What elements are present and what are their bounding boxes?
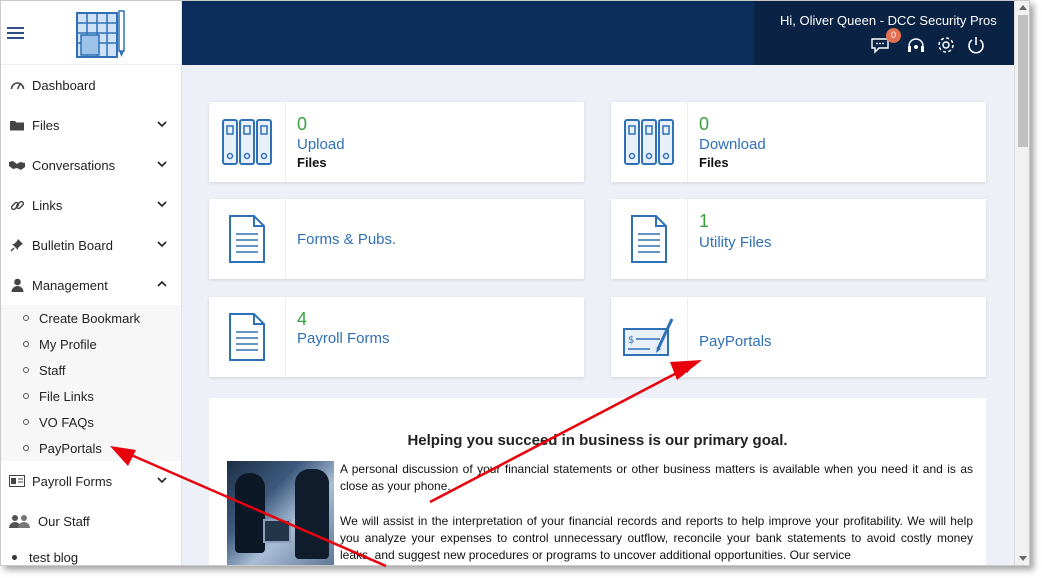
vertical-scrollbar[interactable] bbox=[1014, 1, 1029, 565]
sidebar-item-bulletin-board[interactable]: Bulletin Board bbox=[1, 225, 181, 265]
notification-badge[interactable]: 0 bbox=[886, 28, 901, 43]
sidebar-header bbox=[1, 1, 181, 65]
sidebar-item-label: Links bbox=[32, 197, 63, 213]
payroll-icon bbox=[9, 473, 25, 489]
logo-calculator-icon[interactable] bbox=[75, 9, 127, 59]
card-upload-files[interactable]: 0 Upload Files bbox=[209, 102, 584, 182]
chevron-up-icon[interactable] bbox=[156, 278, 168, 290]
user-icon bbox=[9, 277, 25, 293]
submenu-item-label: VO FAQs bbox=[39, 414, 94, 430]
chevron-down-icon[interactable] bbox=[156, 118, 168, 130]
app-window: Dashboard Files Conversations Links Bull… bbox=[0, 0, 1030, 566]
document-icon bbox=[209, 297, 286, 377]
intro-article: Helping you succeed in business is our p… bbox=[209, 398, 986, 565]
sidebar-item-payroll-forms[interactable]: Payroll Forms bbox=[1, 461, 181, 501]
user-greeting: Hi, Oliver Queen - DCC Security Pros bbox=[780, 13, 997, 28]
sidebar-item-our-staff[interactable]: Our Staff bbox=[1, 501, 181, 541]
sidebar-item-label: Dashboard bbox=[32, 77, 96, 93]
dashboard-icon bbox=[9, 77, 25, 93]
chevron-down-icon[interactable] bbox=[156, 474, 168, 486]
binders-icon bbox=[209, 102, 286, 182]
upload-sublabel: Files bbox=[297, 155, 327, 170]
payportals-label[interactable]: PayPortals bbox=[699, 333, 772, 350]
bullet-icon bbox=[23, 341, 29, 347]
sidebar-item-conversations[interactable]: Conversations bbox=[1, 145, 181, 185]
sidebar-item-label: Our Staff bbox=[38, 513, 90, 529]
submenu-item-vo-faqs[interactable]: VO FAQs bbox=[1, 409, 181, 435]
check-icon: $ bbox=[611, 297, 688, 377]
support-icon[interactable] bbox=[906, 35, 926, 55]
bullet-icon bbox=[23, 393, 29, 399]
link-icon bbox=[9, 197, 25, 213]
submenu-item-label: PayPortals bbox=[39, 440, 102, 456]
sidebar-item-label: Payroll Forms bbox=[32, 473, 113, 489]
svg-text:$: $ bbox=[628, 335, 634, 346]
power-icon[interactable] bbox=[966, 35, 986, 55]
submenu-item-create-bookmark[interactable]: Create Bookmark bbox=[1, 305, 181, 331]
bullet-icon bbox=[23, 367, 29, 373]
bullet-icon bbox=[23, 445, 29, 451]
menu-toggle-icon[interactable] bbox=[7, 27, 24, 42]
submenu-item-label: My Profile bbox=[39, 336, 97, 352]
utility-count: 1 bbox=[699, 211, 710, 231]
handshake-icon bbox=[9, 157, 25, 173]
card-forms-pubs[interactable]: Forms & Pubs. bbox=[209, 199, 584, 279]
folder-icon bbox=[9, 117, 25, 133]
submenu-item-my-profile[interactable]: My Profile bbox=[1, 331, 181, 357]
card-download-files[interactable]: 0 Download Files bbox=[611, 102, 986, 182]
chevron-down-icon[interactable] bbox=[156, 238, 168, 250]
article-title: Helping you succeed in business is our p… bbox=[407, 432, 788, 449]
document-icon bbox=[611, 199, 688, 279]
card-utility-files[interactable]: 1 Utility Files bbox=[611, 199, 986, 279]
payroll-count: 4 bbox=[297, 309, 308, 329]
scroll-down-icon[interactable] bbox=[1019, 556, 1027, 561]
bullet-icon bbox=[12, 554, 17, 560]
management-submenu: Create Bookmark My Profile Staff File Li… bbox=[1, 305, 181, 461]
chevron-down-icon[interactable] bbox=[156, 198, 168, 210]
pin-icon bbox=[9, 237, 25, 253]
payroll-forms-label[interactable]: Payroll Forms bbox=[297, 330, 390, 347]
submenu-item-payportals[interactable]: PayPortals bbox=[1, 435, 181, 461]
document-icon bbox=[209, 199, 286, 279]
submenu-item-file-links[interactable]: File Links bbox=[1, 383, 181, 409]
download-count: 0 bbox=[699, 114, 710, 134]
bullet-icon bbox=[23, 315, 29, 321]
scroll-up-icon[interactable] bbox=[1019, 5, 1027, 10]
download-sublabel: Files bbox=[699, 155, 729, 170]
sidebar-item-label: Management bbox=[32, 277, 108, 293]
submenu-item-label: File Links bbox=[39, 388, 94, 404]
sidebar-item-label: test blog bbox=[29, 549, 79, 565]
card-payroll-forms[interactable]: 4 Payroll Forms bbox=[209, 297, 584, 377]
article-paragraph-1: A personal discussion of your financial … bbox=[340, 462, 973, 493]
submenu-item-staff[interactable]: Staff bbox=[1, 357, 181, 383]
card-payportals[interactable]: $ PayPortals bbox=[611, 297, 986, 377]
gear-icon[interactable] bbox=[936, 35, 956, 55]
sidebar-item-files[interactable]: Files bbox=[1, 105, 181, 145]
office-photo bbox=[227, 461, 334, 565]
sidebar-item-links[interactable]: Links bbox=[1, 185, 181, 225]
utility-files-label[interactable]: Utility Files bbox=[699, 234, 772, 251]
staff-icon bbox=[9, 513, 31, 529]
sidebar-item-label: Bulletin Board bbox=[32, 237, 113, 253]
sidebar-item-management[interactable]: Management bbox=[1, 265, 181, 305]
upload-count: 0 bbox=[297, 114, 308, 134]
sidebar-item-label: Conversations bbox=[32, 157, 116, 173]
binders-icon bbox=[611, 102, 688, 182]
bullet-icon bbox=[23, 419, 29, 425]
chevron-down-icon[interactable] bbox=[156, 158, 168, 170]
user-panel bbox=[754, 1, 1014, 65]
submenu-item-label: Staff bbox=[39, 362, 66, 378]
article-paragraph-2: We will assist in the interpretation of … bbox=[340, 514, 973, 562]
submenu-item-label: Create Bookmark bbox=[39, 310, 141, 326]
sidebar: Dashboard Files Conversations Links Bull… bbox=[1, 1, 182, 565]
sidebar-item-label: Files bbox=[32, 117, 60, 133]
forms-pubs-label[interactable]: Forms & Pubs. bbox=[297, 231, 396, 248]
scroll-thumb[interactable] bbox=[1018, 15, 1028, 147]
upload-label[interactable]: Upload bbox=[297, 136, 345, 153]
sidebar-item-dashboard[interactable]: Dashboard bbox=[1, 65, 181, 105]
sidebar-item-test-blog[interactable]: test blog bbox=[1, 541, 181, 565]
download-label[interactable]: Download bbox=[699, 136, 766, 153]
